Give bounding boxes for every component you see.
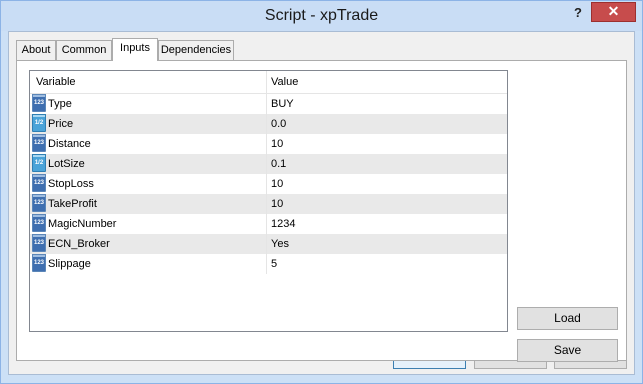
grid-row-price[interactable]: 1/2 Price 0.0 — [30, 114, 507, 134]
integer-type-icon: 123 — [32, 234, 46, 252]
variable-value[interactable]: 10 — [271, 194, 283, 214]
grid-row-stoploss[interactable]: 123 StopLoss 10 — [30, 174, 507, 194]
integer-type-icon: 123 — [32, 94, 46, 112]
integer-type-icon: 123 — [32, 214, 46, 232]
cell-divider — [266, 214, 267, 234]
grid-row-slippage[interactable]: 123 Slippage 5 — [30, 254, 507, 274]
cell-divider — [266, 234, 267, 254]
integer-type-icon: 123 — [32, 174, 46, 192]
variable-value[interactable]: 0.1 — [271, 154, 286, 174]
tab-common[interactable]: Common — [56, 40, 112, 60]
grid-row-magicnumber[interactable]: 123 MagicNumber 1234 — [30, 214, 507, 234]
grid-row-type[interactable]: 123 Type BUY — [30, 94, 507, 114]
variable-value[interactable]: 1234 — [271, 214, 295, 234]
integer-type-icon: 123 — [32, 134, 46, 152]
grid-row-lotsize[interactable]: 1/2 LotSize 0.1 — [30, 154, 507, 174]
cell-divider — [266, 254, 267, 274]
double-type-icon: 1/2 — [32, 154, 46, 172]
load-button[interactable]: Load — [517, 307, 618, 330]
grid-row-distance[interactable]: 123 Distance 10 — [30, 134, 507, 154]
double-type-icon: 1/2 — [32, 114, 46, 132]
integer-type-icon: 123 — [32, 194, 46, 212]
cell-divider — [266, 114, 267, 134]
inputs-tab-panel: Variable Value 123 Type BUY 1/2 Price 0.… — [16, 60, 627, 362]
cell-divider — [266, 194, 267, 214]
tab-inputs[interactable]: Inputs — [112, 38, 158, 61]
variable-name: Type — [48, 98, 72, 110]
grid-row-takeprofit[interactable]: 123 TakeProfit 10 — [30, 194, 507, 214]
grid-row-ecn-broker[interactable]: 123 ECN_Broker Yes — [30, 234, 507, 254]
close-button[interactable]: ✕ — [591, 2, 636, 22]
variable-name: MagicNumber — [48, 218, 117, 230]
tab-dependencies[interactable]: Dependencies — [158, 40, 234, 60]
variable-name: Slippage — [48, 258, 91, 270]
cell-divider — [266, 154, 267, 174]
grid-header: Variable Value — [30, 71, 507, 94]
tab-about[interactable]: About — [16, 40, 56, 60]
column-divider[interactable] — [266, 71, 267, 93]
variable-name: TakeProfit — [48, 198, 97, 210]
dialog-window: Script - xpTrade ? ✕ About Common Inputs… — [0, 0, 643, 384]
variable-value[interactable]: BUY — [271, 94, 294, 114]
inputs-grid[interactable]: Variable Value 123 Type BUY 1/2 Price 0.… — [29, 70, 508, 332]
title-bar[interactable]: Script - xpTrade ? ✕ — [1, 1, 642, 31]
cell-divider — [266, 174, 267, 194]
variable-name: LotSize — [48, 158, 85, 170]
column-header-value[interactable]: Value — [271, 71, 298, 93]
help-button[interactable]: ? — [567, 4, 589, 22]
cell-divider — [266, 94, 267, 114]
save-button[interactable]: Save — [517, 339, 618, 362]
variable-value[interactable]: 5 — [271, 254, 277, 274]
integer-type-icon: 123 — [32, 254, 46, 272]
cell-divider — [266, 134, 267, 154]
variable-name: Price — [48, 118, 74, 130]
variable-name: Distance — [48, 138, 91, 150]
variable-value[interactable]: 10 — [271, 174, 283, 194]
variable-name: StopLoss — [48, 178, 94, 190]
variable-value[interactable]: 0.0 — [271, 114, 286, 134]
column-header-variable[interactable]: Variable — [36, 71, 76, 93]
dialog-body: About Common Inputs Dependencies Variabl… — [8, 31, 635, 375]
variable-name: ECN_Broker — [48, 238, 110, 250]
variable-value[interactable]: 10 — [271, 134, 283, 154]
variable-value[interactable]: Yes — [271, 234, 289, 254]
window-title: Script - xpTrade — [264, 7, 379, 24]
